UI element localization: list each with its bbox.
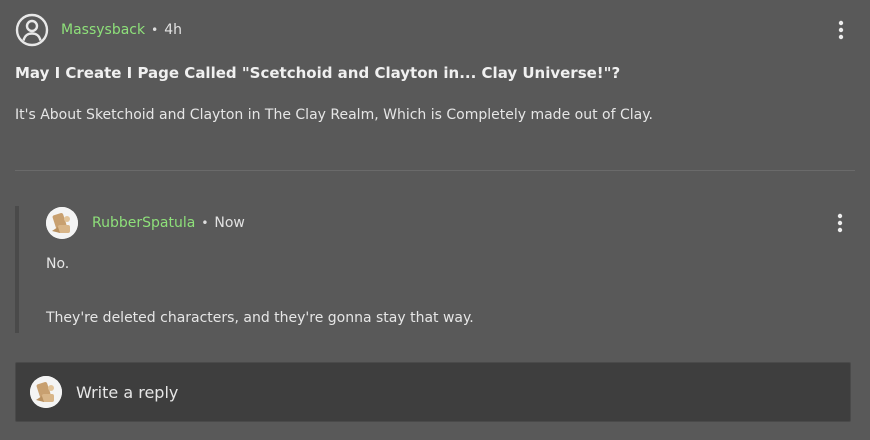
reply-header: RubberSpatula • Now (46, 207, 854, 239)
user-circle-icon[interactable] (15, 13, 49, 47)
post-header: Massysback • 4h (15, 13, 855, 47)
user-avatar-image (30, 376, 62, 408)
post-timestamp: 4h (164, 22, 182, 38)
separator-dot: • (201, 216, 209, 230)
post-title: May I Create I Page Called "Scetchoid an… (15, 64, 621, 82)
reply-placeholder: Write a reply (76, 382, 179, 402)
post-body: It's About Sketchoid and Clayton in The … (15, 107, 653, 123)
user-avatar-image[interactable] (46, 207, 78, 239)
reply-timestamp: Now (214, 215, 245, 231)
separator-dot: • (151, 23, 159, 37)
post-author-link[interactable]: Massysback (61, 22, 145, 38)
divider (15, 170, 855, 171)
reply-author-link[interactable]: RubberSpatula (92, 215, 195, 231)
reply-thread-bar (15, 206, 19, 333)
reply-input[interactable]: Write a reply (15, 362, 851, 422)
more-vertical-icon[interactable] (832, 211, 848, 235)
more-vertical-icon[interactable] (833, 18, 849, 42)
reply-text-line: No. (46, 256, 70, 272)
reply-text-line: They're deleted characters, and they're … (46, 310, 474, 326)
